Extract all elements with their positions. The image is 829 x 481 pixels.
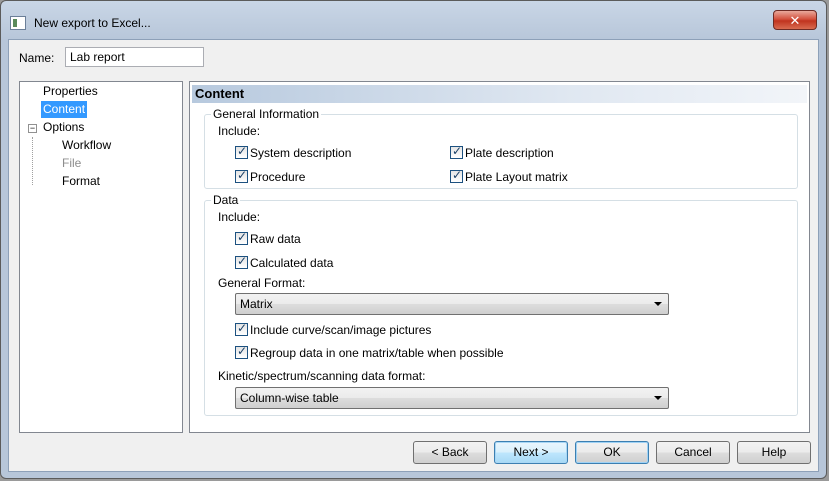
navigation-tree: Properties Content − Options Workflow Fi… <box>19 81 183 433</box>
next-button[interactable]: Next > <box>494 441 568 464</box>
calculated-data-checkbox[interactable] <box>235 254 248 269</box>
data-group-title: Data <box>211 193 241 207</box>
plate-description-checkbox[interactable] <box>450 144 463 159</box>
back-button[interactable]: < Back <box>413 441 487 464</box>
chevron-down-icon <box>654 302 662 306</box>
kinetic-format-value: Column-wise table <box>240 391 339 405</box>
plate-layout-matrix-label: Plate Layout matrix <box>465 170 568 184</box>
calculated-data-label: Calculated data <box>250 256 334 270</box>
tree-item-content[interactable]: Content <box>41 101 88 118</box>
close-button[interactable]: ✕ <box>773 10 817 30</box>
general-include-label: Include: <box>218 124 261 138</box>
regroup-data-label: Regroup data in one matrix/table when po… <box>250 346 504 360</box>
content-panel: Content General Information Include: Sys… <box>189 81 810 433</box>
procedure-checkbox[interactable] <box>235 168 248 183</box>
window-title: New export to Excel... <box>34 16 151 30</box>
general-format-select[interactable]: Matrix <box>235 293 669 315</box>
include-pictures-checkbox[interactable] <box>235 321 248 336</box>
tree-item-format[interactable]: Format <box>62 173 100 190</box>
app-icon <box>10 16 26 30</box>
plate-layout-matrix-checkbox[interactable] <box>450 168 463 183</box>
procedure-label: Procedure <box>250 170 306 184</box>
ok-button[interactable]: OK <box>575 441 649 464</box>
tree-item-file: File <box>62 156 82 170</box>
dialog-client-area: Name: Properties Content − Options Workf… <box>8 39 819 472</box>
system-description-checkbox[interactable] <box>235 144 248 159</box>
title-bar[interactable]: New export to Excel... ✕ <box>1 1 826 39</box>
tree-item-workflow[interactable]: Workflow <box>62 137 111 154</box>
data-group: Data Include: Raw data Calculated data G… <box>204 193 798 416</box>
tree-item-properties[interactable]: Properties <box>43 83 98 100</box>
general-format-value: Matrix <box>240 297 273 311</box>
name-input[interactable] <box>65 47 204 67</box>
general-information-title: General Information <box>211 107 322 121</box>
kinetic-format-select[interactable]: Column-wise table <box>235 387 669 409</box>
kinetic-format-label: Kinetic/spectrum/scanning data format: <box>218 369 426 383</box>
close-icon: ✕ <box>789 13 801 28</box>
export-dialog-window: New export to Excel... ✕ Name: Propertie… <box>0 0 827 479</box>
general-format-label: General Format: <box>218 276 306 290</box>
data-include-label: Include: <box>218 210 261 224</box>
help-button[interactable]: Help <box>737 441 811 464</box>
raw-data-checkbox[interactable] <box>235 230 248 245</box>
chevron-down-icon <box>654 396 662 400</box>
plate-description-label: Plate description <box>465 146 554 160</box>
panel-header: Content <box>192 85 807 103</box>
tree-connector-line <box>32 137 33 185</box>
collapse-icon[interactable]: − <box>28 124 37 133</box>
system-description-label: System description <box>250 146 352 160</box>
include-pictures-label: Include curve/scan/image pictures <box>250 323 432 337</box>
tree-item-options[interactable]: Options <box>43 119 84 136</box>
cancel-button[interactable]: Cancel <box>656 441 730 464</box>
raw-data-label: Raw data <box>250 232 301 246</box>
regroup-data-checkbox[interactable] <box>235 344 248 359</box>
name-label: Name: <box>19 51 55 65</box>
general-information-group: General Information Include: System desc… <box>204 107 798 189</box>
